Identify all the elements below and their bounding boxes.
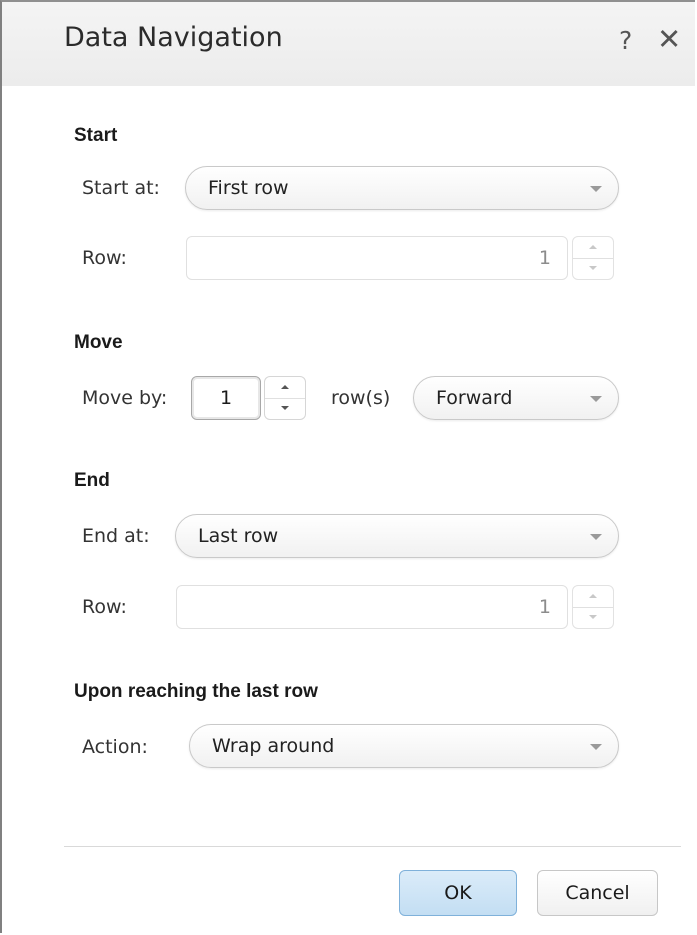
footer-divider bbox=[64, 846, 681, 847]
end-row-field[interactable]: 1 bbox=[176, 585, 568, 629]
end-row-stepper[interactable] bbox=[572, 585, 614, 629]
chevron-down-icon bbox=[590, 534, 602, 540]
start-at-value: First row bbox=[208, 177, 289, 199]
move-by-stepper[interactable] bbox=[264, 376, 306, 420]
move-by-field[interactable]: 1 bbox=[191, 376, 261, 420]
help-icon[interactable]: ? bbox=[619, 26, 632, 55]
start-heading: Start bbox=[74, 125, 118, 146]
start-row-increment-button[interactable] bbox=[573, 237, 613, 259]
arrow-down-icon bbox=[589, 266, 597, 270]
dialog-title: Data Navigation bbox=[64, 22, 283, 53]
chevron-down-icon bbox=[590, 744, 602, 750]
arrow-up-icon bbox=[281, 385, 289, 389]
end-row-value: 1 bbox=[538, 596, 551, 618]
move-unit-label: row(s) bbox=[331, 387, 391, 409]
end-at-dropdown[interactable]: Last row bbox=[175, 514, 619, 558]
move-by-value: 1 bbox=[219, 387, 233, 409]
direction-value: Forward bbox=[436, 387, 513, 409]
upon-last-row-heading: Upon reaching the last row bbox=[74, 681, 318, 702]
action-dropdown[interactable]: Wrap around bbox=[189, 724, 619, 768]
cancel-button[interactable]: Cancel bbox=[537, 870, 658, 916]
data-navigation-dialog: Data Navigation ? ✕ Start Start at: Firs… bbox=[0, 0, 695, 933]
start-at-label: Start at: bbox=[82, 177, 160, 199]
end-at-value: Last row bbox=[198, 525, 279, 547]
end-heading: End bbox=[74, 470, 110, 491]
start-row-field[interactable]: 1 bbox=[186, 236, 568, 280]
direction-dropdown[interactable]: Forward bbox=[413, 376, 619, 420]
arrow-down-icon bbox=[589, 615, 597, 619]
move-heading: Move bbox=[74, 332, 123, 353]
arrow-down-icon bbox=[281, 406, 289, 410]
ok-button[interactable]: OK bbox=[399, 870, 517, 916]
start-row-stepper[interactable] bbox=[572, 236, 614, 280]
start-at-dropdown[interactable]: First row bbox=[185, 166, 619, 210]
end-row-decrement-button[interactable] bbox=[573, 607, 613, 628]
arrow-up-icon bbox=[589, 245, 597, 249]
start-row-value: 1 bbox=[538, 247, 551, 269]
close-icon[interactable]: ✕ bbox=[657, 22, 681, 56]
chevron-down-icon bbox=[590, 396, 602, 402]
action-label: Action: bbox=[82, 736, 148, 758]
end-at-label: End at: bbox=[82, 525, 150, 547]
start-row-decrement-button[interactable] bbox=[573, 258, 613, 279]
move-by-label: Move by: bbox=[82, 387, 168, 409]
arrow-up-icon bbox=[589, 594, 597, 598]
move-by-decrement-button[interactable] bbox=[265, 398, 305, 419]
move-by-increment-button[interactable] bbox=[265, 377, 305, 399]
end-row-label: Row: bbox=[82, 596, 127, 618]
start-row-label: Row: bbox=[82, 247, 127, 269]
chevron-down-icon bbox=[590, 186, 602, 192]
end-row-increment-button[interactable] bbox=[573, 586, 613, 608]
action-value: Wrap around bbox=[212, 735, 335, 757]
title-bar: Data Navigation ? ✕ bbox=[2, 2, 695, 86]
